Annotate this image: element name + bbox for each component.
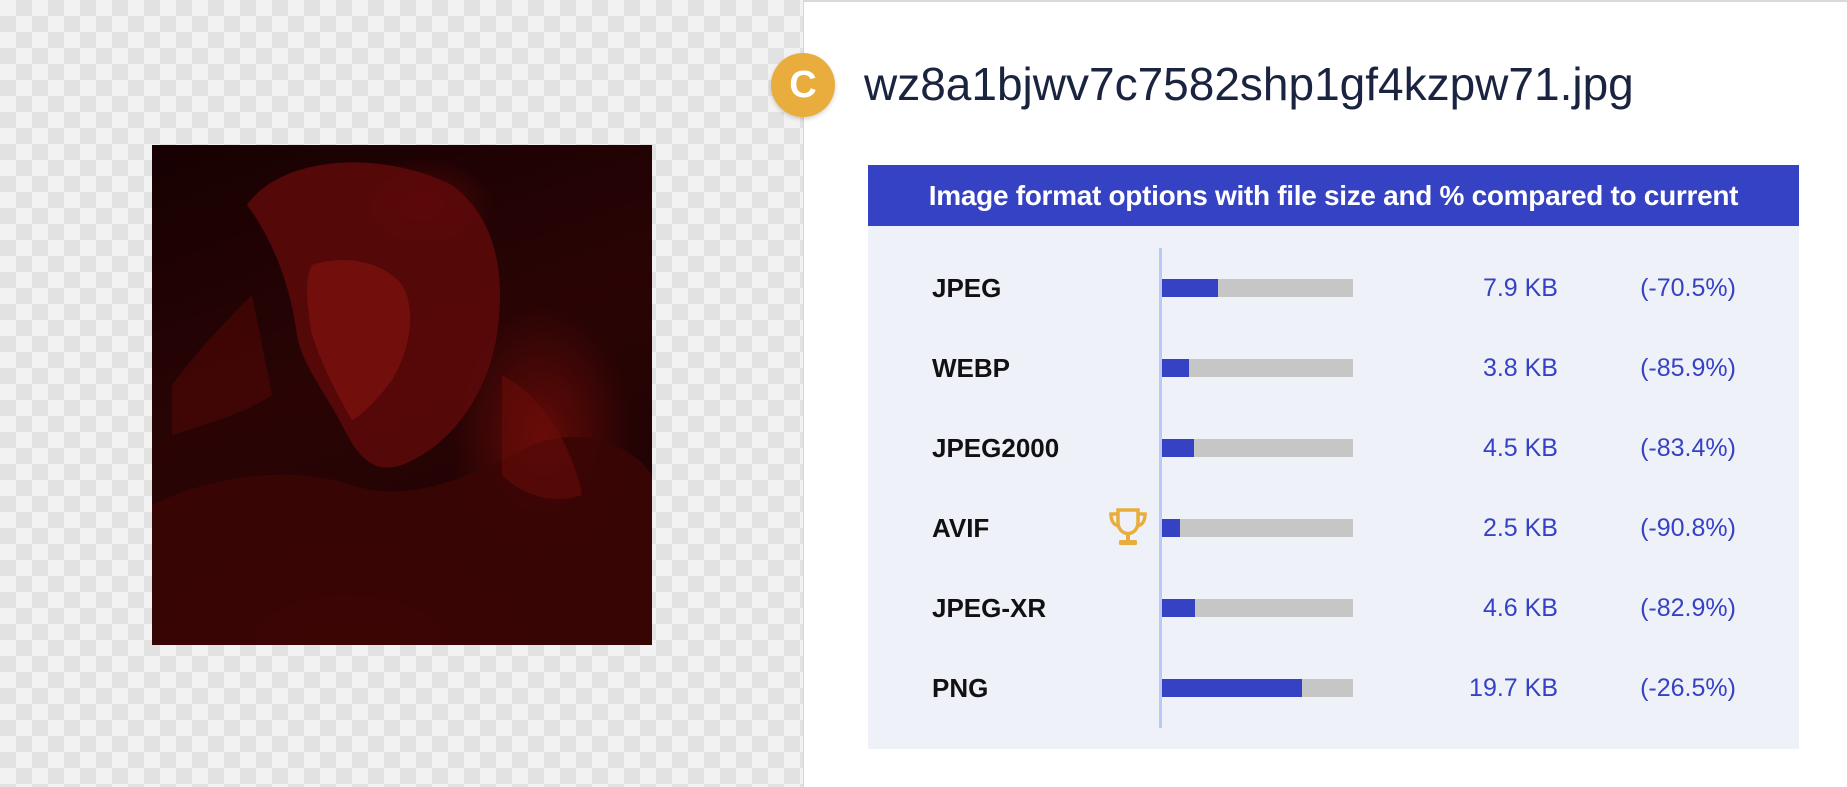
file-name-title: wz8a1bjwv7c7582shp1gf4kzpw71.jpg	[864, 58, 1634, 110]
format-row-png: PNG 19.7 KB (-26.5%)	[868, 668, 1799, 708]
format-row-jpeg-xr: JPEG-XR 4.6 KB (-82.9%)	[868, 588, 1799, 628]
size-bar-track	[1162, 359, 1353, 377]
format-name: AVIF	[932, 513, 990, 543]
format-change: (-83.4%)	[1640, 434, 1736, 462]
format-row-jpeg2000: JPEG2000 4.5 KB (-83.4%)	[868, 428, 1799, 468]
format-change: (-85.9%)	[1640, 354, 1736, 382]
format-name: JPEG	[932, 273, 1002, 303]
format-size: 19.7 KB	[1469, 674, 1558, 702]
preview-panel	[0, 0, 804, 787]
format-name: WEBP	[932, 353, 1010, 383]
card-title: Image format options with file size and …	[868, 165, 1799, 226]
format-size: 3.8 KB	[1482, 354, 1558, 382]
format-row-avif: AVIF 2.5 KB (-90.8%)	[868, 508, 1799, 548]
format-change: (-26.5%)	[1640, 674, 1736, 702]
bar-axis-line	[1159, 248, 1162, 728]
format-change: (-82.9%)	[1640, 594, 1736, 622]
size-bar-track	[1162, 439, 1353, 457]
file-type-badge: C	[771, 53, 835, 117]
size-bar-fill	[1162, 519, 1180, 537]
size-bar-track	[1162, 679, 1353, 697]
size-bar-fill	[1162, 679, 1303, 697]
format-row-jpeg: JPEG 7.9 KB (-70.5%)	[868, 268, 1799, 308]
format-change: (-90.8%)	[1640, 514, 1736, 542]
preview-image	[152, 145, 652, 645]
size-bar-track	[1162, 519, 1353, 537]
format-name: PNG	[932, 673, 989, 703]
size-bar-track	[1162, 599, 1353, 617]
format-name: JPEG2000	[932, 433, 1060, 463]
format-size: 4.5 KB	[1482, 434, 1558, 462]
preview-photo-illustration	[152, 162, 652, 645]
top-divider	[804, 0, 1847, 2]
size-bar-fill	[1162, 359, 1189, 377]
image-analysis-view: C wz8a1bjwv7c7582shp1gf4kzpw71.jpg Image…	[0, 0, 1847, 787]
size-bar-track	[1162, 279, 1353, 297]
format-name: JPEG-XR	[932, 593, 1047, 623]
trophy-icon	[1106, 506, 1150, 550]
size-bar-fill	[1162, 439, 1194, 457]
format-options-card: Image format options with file size and …	[868, 165, 1799, 749]
size-bar-fill	[1162, 599, 1195, 617]
format-size: 7.9 KB	[1482, 274, 1558, 302]
format-row-webp: WEBP 3.8 KB (-85.9%)	[868, 348, 1799, 388]
size-bar-fill	[1162, 279, 1219, 297]
format-change: (-70.5%)	[1640, 274, 1736, 302]
format-size: 2.5 KB	[1482, 514, 1558, 542]
format-size: 4.6 KB	[1482, 594, 1558, 622]
